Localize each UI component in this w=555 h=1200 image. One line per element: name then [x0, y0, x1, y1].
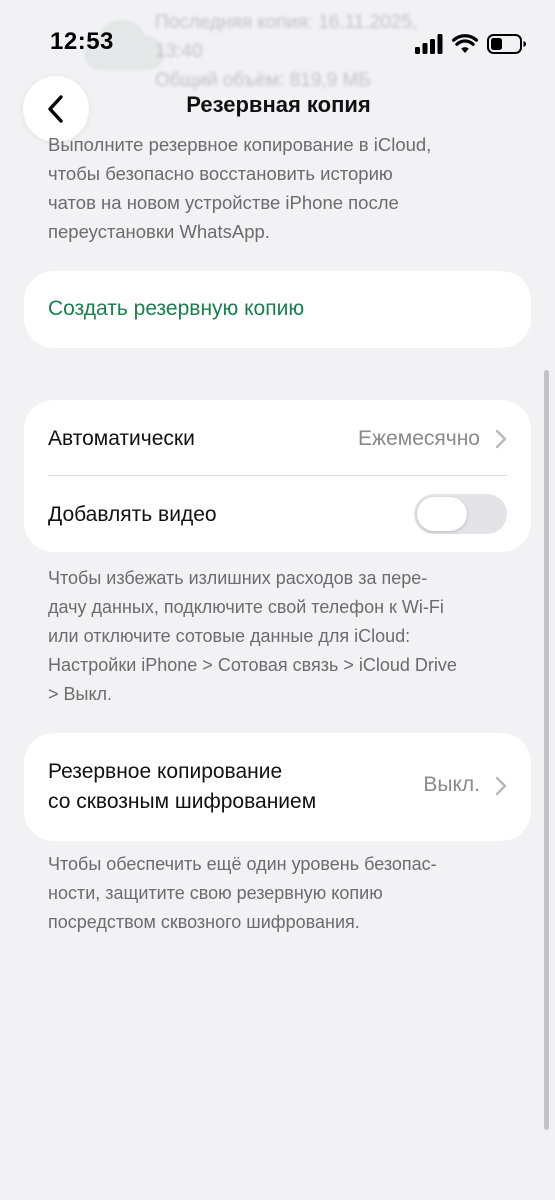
intro-line: чатов на новом устройстве iPhone после: [48, 192, 399, 213]
intro-line: переустановки WhatsApp.: [48, 221, 270, 242]
include-video-row: Добавлять видео: [24, 476, 531, 552]
auto-backup-value: Ежемесячно: [358, 427, 480, 450]
scrollbar[interactable]: [544, 370, 549, 1130]
e2e-label-line: со сквозным шифрованием: [48, 790, 317, 813]
note-line: ности, защитите свою резервную копию: [48, 883, 383, 903]
note-line: или отключите сотовые данные для iCloud:: [48, 626, 411, 646]
status-time: 12:53: [50, 28, 114, 55]
status-bar: 12:53: [0, 0, 555, 80]
create-backup-label: Создать резервную копию: [48, 297, 305, 320]
backup-screen: Последняя копия: 16.11.2025, 13:40 Общий…: [0, 0, 555, 1200]
e2e-backup-row[interactable]: Резервное копирование со сквозным шифров…: [24, 733, 531, 841]
note-line: посредством сквозного шифрования.: [48, 912, 360, 932]
e2e-backup-value: Выкл.: [423, 773, 480, 796]
status-icons: [415, 33, 527, 55]
chevron-right-icon: [495, 429, 507, 449]
backup-settings-card: Автоматически Ежемесячно Добавлять видео: [24, 400, 531, 552]
create-backup-button[interactable]: Создать резервную копию: [24, 271, 531, 348]
note-line: > Выкл.: [48, 684, 113, 704]
note-line: Чтобы избежать излишних расходов за пере…: [48, 568, 428, 588]
note-line: дачу данных, подключите свой телефон к W…: [48, 597, 444, 617]
chevron-right-icon: [495, 776, 507, 796]
auto-backup-row[interactable]: Автоматически Ежемесячно: [24, 400, 531, 476]
toggle-knob: [417, 497, 467, 531]
cellular-data-note: Чтобы избежать излишних расходов за пере…: [48, 564, 510, 709]
include-video-toggle[interactable]: [414, 494, 507, 534]
auto-backup-label: Автоматически: [48, 427, 195, 450]
e2e-label-line: Резервное копирование: [48, 760, 283, 783]
note-line: Настройки iPhone > Сотовая связь > iClou…: [48, 655, 457, 675]
battery-icon: [487, 34, 526, 54]
intro-line: Выполните резервное копирование в iCloud…: [48, 134, 432, 155]
page-title: Резервная копия: [186, 92, 371, 117]
intro-description: Выполните резервное копирование в iCloud…: [48, 130, 488, 246]
e2e-backup-label: Резервное копирование со сквозным шифров…: [48, 757, 316, 817]
e2e-note: Чтобы обеспечить ещё один уровень безопа…: [48, 850, 510, 937]
include-video-label: Добавлять видео: [48, 503, 217, 526]
wifi-icon: [452, 34, 478, 53]
signal-icon: [415, 34, 443, 54]
intro-line: чтобы безопасно восстановить историю: [48, 163, 393, 184]
note-line: Чтобы обеспечить ещё один уровень безопа…: [48, 854, 437, 874]
